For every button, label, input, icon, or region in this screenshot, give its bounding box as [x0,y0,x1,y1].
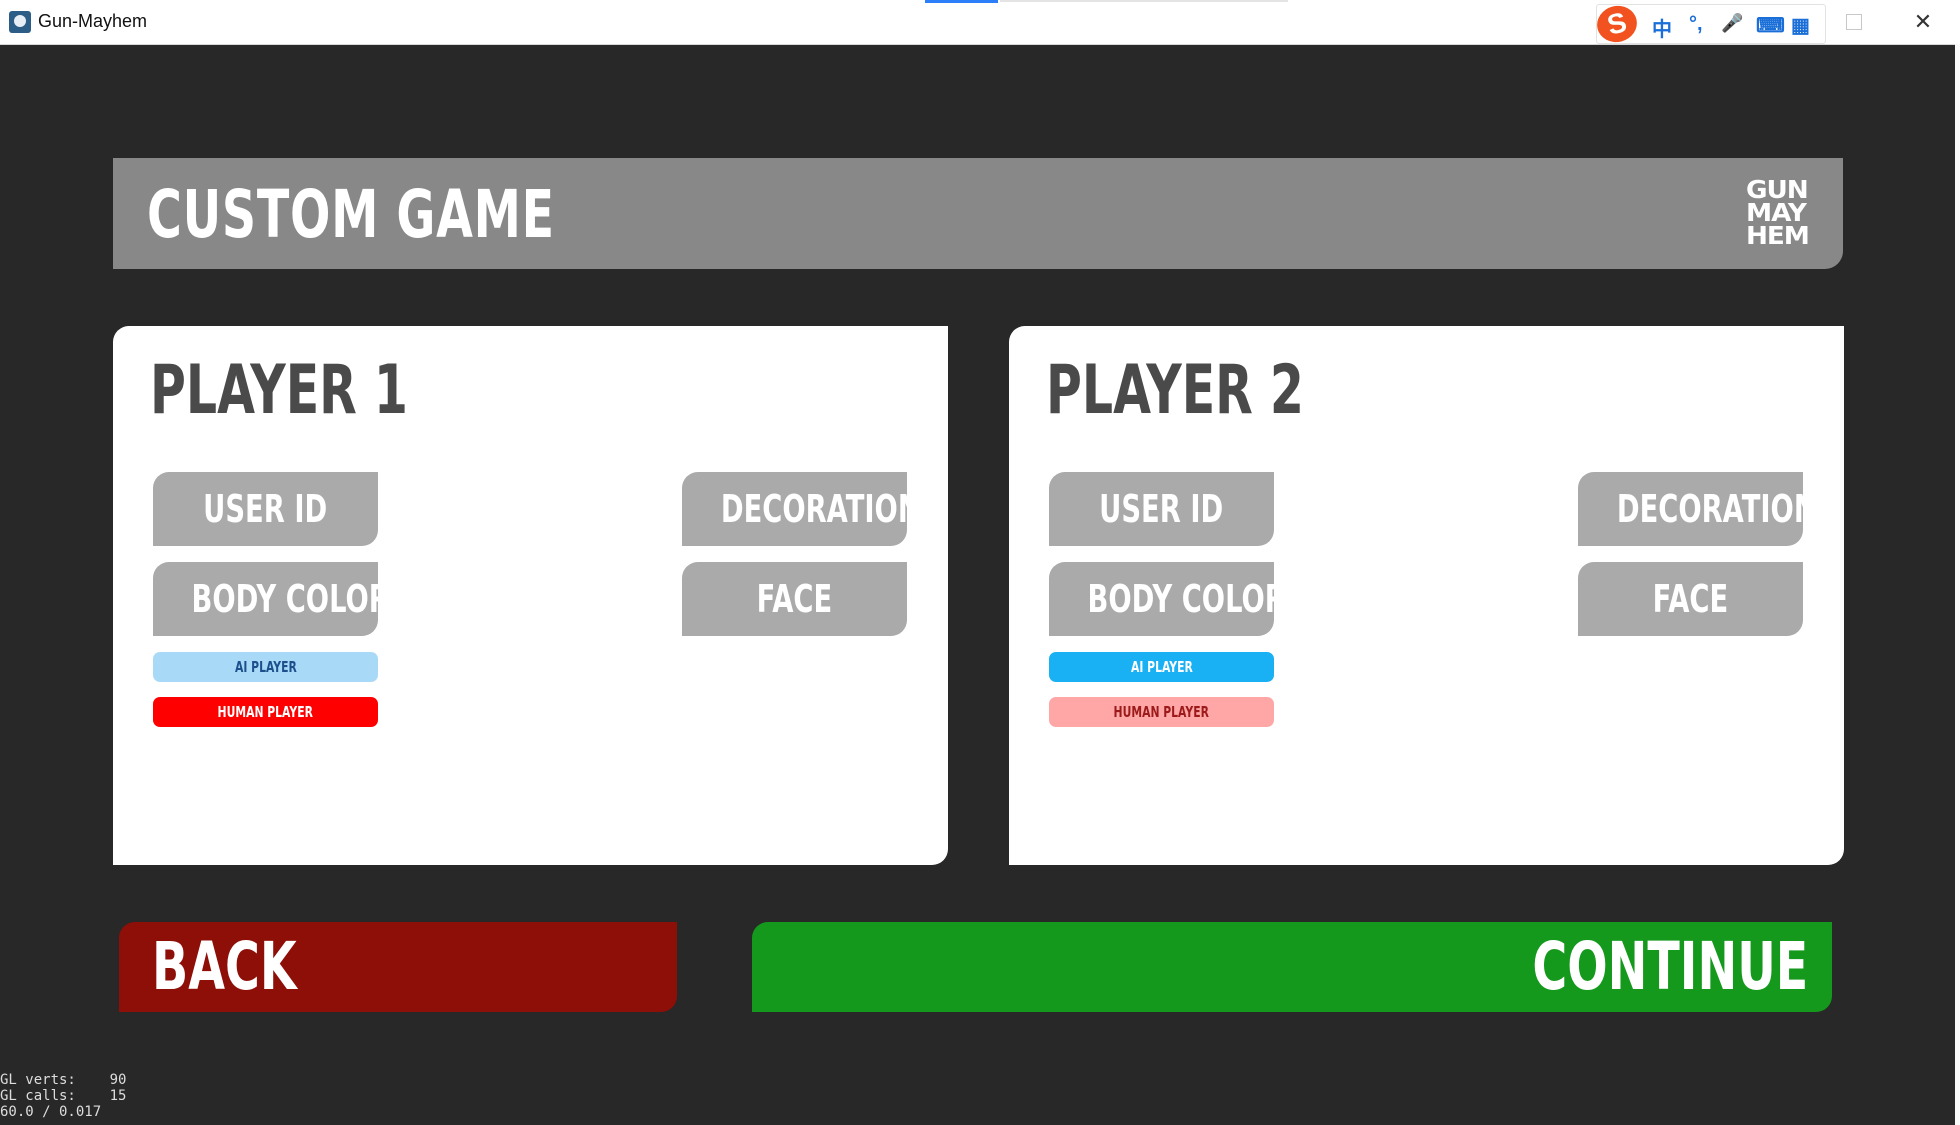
toggle-label: HUMAN PLAYER [1113,703,1210,721]
continue-button[interactable]: CONTINUE [752,922,1832,1012]
player-1-body-color-button[interactable]: BODY COLOR [153,562,378,636]
player-1-face-button[interactable]: FACE [682,562,907,636]
button-label: FACE [1652,577,1729,621]
button-label: DECORATION [720,487,907,531]
player-1-panel: PLAYER 1 USER ID BODY COLOR DECORATION F… [113,326,948,865]
back-button[interactable]: BACK [119,922,677,1012]
player-1-decoration-button[interactable]: DECORATION [682,472,907,546]
ime-punctuation-icon[interactable]: °, [1689,13,1703,36]
toggle-label: AI PLAYER [1130,658,1193,676]
close-icon[interactable]: ✕ [1908,8,1938,36]
header-banner: CUSTOM GAME GUN MAY HEM [113,158,1843,269]
toggle-label: AI PLAYER [234,658,297,676]
player-2-body-color-button[interactable]: BODY COLOR [1049,562,1274,636]
player-1-human-player-toggle[interactable]: HUMAN PLAYER [153,697,378,727]
player-1-ai-player-toggle[interactable]: AI PLAYER [153,652,378,682]
ime-keyboard-icon[interactable]: ⌨ [1756,13,1785,38]
player-2-title: PLAYER 2 [1046,351,1304,430]
maximize-icon[interactable] [1846,14,1862,30]
player-2-human-player-toggle[interactable]: HUMAN PLAYER [1049,697,1274,727]
debug-gl-verts: GL verts: 90 [0,1072,127,1088]
debug-stats: GL verts: 90 GL calls: 15 60.0 / 0.017 [0,1072,126,1120]
player-2-panel: PLAYER 2 USER ID BODY COLOR DECORATION F… [1009,326,1844,865]
gun-mayhem-logo: GUN MAY HEM [1746,177,1826,250]
button-label: BODY COLOR [191,577,378,621]
tab-indicator [925,0,998,3]
back-label: BACK [152,928,297,1005]
sogou-logo-icon[interactable]: S [1593,1,1641,47]
player-2-ai-player-toggle[interactable]: AI PLAYER [1049,652,1274,682]
toggle-label: HUMAN PLAYER [217,703,314,721]
player-2-decoration-button[interactable]: DECORATION [1578,472,1803,546]
window-title: Gun-Mayhem [38,11,148,31]
ime-chinese-mode-icon[interactable]: 中 [1652,13,1672,42]
app-icon [9,11,31,33]
page-title: CUSTOM GAME [147,176,555,253]
ime-menu-icon[interactable]: ▦ [1791,13,1810,38]
window-edge [1955,44,1960,1125]
logo-line: HEM [1746,221,1810,250]
debug-gl-calls: GL calls: 15 [0,1088,127,1104]
continue-label: CONTINUE [1532,928,1808,1005]
window-titlebar: Gun-Mayhem S 中 °, 🎤 ⌨ ▦ ✕ [0,0,1960,47]
button-label: USER ID [1099,487,1224,531]
tab-divider [1000,0,1288,2]
ime-toolbar[interactable]: S 中 °, 🎤 ⌨ ▦ [1593,1,1826,47]
player-2-face-button[interactable]: FACE [1578,562,1803,636]
button-label: BODY COLOR [1087,577,1274,621]
player-2-user-id-button[interactable]: USER ID [1049,472,1274,546]
button-label: USER ID [203,487,328,531]
debug-fps: 60.0 / 0.017 [0,1104,102,1120]
player-1-title: PLAYER 1 [150,351,408,430]
ime-microphone-icon[interactable]: 🎤 [1721,13,1743,34]
button-label: FACE [756,577,833,621]
player-1-user-id-button[interactable]: USER ID [153,472,378,546]
button-label: DECORATION [1616,487,1803,531]
